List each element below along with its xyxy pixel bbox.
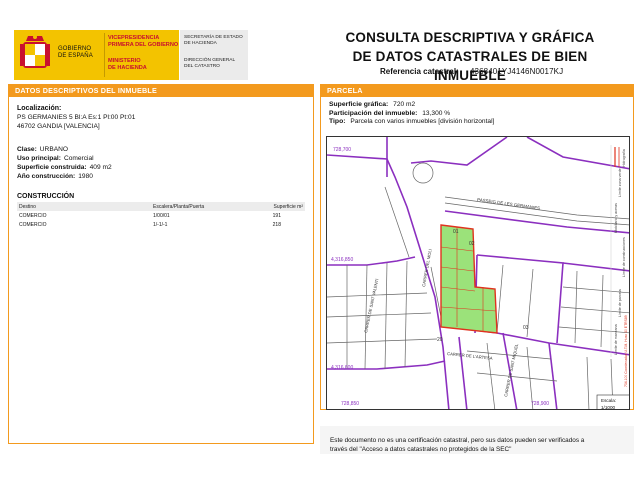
ministry-text: VICEPRESIDENCIA PRIMERA DEL GOBIERNO MIN…	[108, 35, 179, 71]
descriptive-data-panel: DATOS DESCRIPTIVOS DEL INMUEBLE Localiza…	[8, 84, 314, 444]
gobierno-de-espana-text: GOBIERNO DE ESPAÑA	[58, 46, 93, 59]
street-label: CARRER DE SANT VALENTI	[363, 278, 379, 333]
footnote: Este documento no es una certificación c…	[330, 436, 630, 454]
parcel-info: Superficie gráfica: 720 m2 Participación…	[329, 101, 494, 127]
scale-value: 1/1000	[601, 405, 615, 410]
type-value: Parcela con varios inmuebles [división h…	[350, 118, 495, 126]
table-cell: 1/00/01	[153, 212, 170, 219]
address-line-1: PS GERMANIES 5 Bl:A Es:1 Pl:00 Pt:01	[17, 114, 136, 121]
parcel-number: 02	[469, 241, 475, 247]
table-cell: 191	[272, 212, 281, 219]
document-header: GOBIERNO DE ESPAÑA VICEPRESIDENCIA PRIME…	[0, 0, 640, 83]
map-drawing: 728,700 4,316,850 4,316,600 728,850 728,…	[327, 137, 629, 410]
map-labels: 728,700 4,316,850 4,316,600 728,850 728,…	[331, 147, 549, 407]
built-surface-value: 409 m2	[89, 164, 112, 171]
column-header-escalera: Escalera/Planta/Puerta	[151, 202, 263, 211]
use-label: Uso principal:	[17, 155, 61, 162]
property-attributes: Clase: URBANO Uso principal: Comercial Sup…	[17, 145, 112, 181]
document-title: CONSULTA DESCRIPTIVA Y GRÁFICA DE DATOS …	[345, 30, 595, 83]
scale-box: Escala: 1/1000	[596, 394, 629, 410]
coat-of-arms-icon	[20, 35, 50, 68]
construction-year-row: Año construcción: 1980	[17, 172, 112, 181]
column-header-superficie: Superficie m²	[263, 202, 305, 211]
coordinate-label: 728,700	[333, 147, 351, 153]
parcel-number: 01	[453, 229, 459, 235]
use-row: Uso principal: Comercial	[17, 154, 112, 163]
parcel-number: 20	[437, 337, 443, 343]
table-cell: COMERCIO	[19, 221, 47, 228]
government-logo-block: GOBIERNO DE ESPAÑA VICEPRESIDENCIA PRIME…	[14, 30, 179, 80]
secretaria-block: SECRETARÍA DE ESTADO DE HACIENDA DIRECCI…	[180, 30, 248, 80]
legend-item: Límite de manzana	[614, 324, 618, 355]
logo-divider	[104, 33, 105, 77]
parcel-heading: PARCELA	[321, 85, 633, 97]
footnote-line-1: Este documento no es una certificación c…	[330, 437, 585, 444]
parcel-number: 03	[523, 325, 529, 331]
graphic-surface-label: Superficie gráfica:	[329, 101, 389, 108]
coordinate-label: 728,850	[341, 401, 359, 407]
participation-label: Participación del inmueble:	[329, 109, 418, 117]
class-row: Clase: URBANO	[17, 145, 112, 154]
scale-label: Escala:	[601, 398, 616, 403]
coordinate-label: 728,900	[531, 401, 549, 407]
graphic-surface-row: Superficie gráfica: 720 m2	[329, 101, 494, 110]
coordinate-label: 4,316,850	[331, 257, 353, 263]
address-line-2: 46702 GANDIA [VALENCIA]	[17, 123, 100, 130]
table-row: COMERCIO 1/-1/-1 218	[17, 220, 305, 229]
cadastral-reference-label: Referencia catastral:	[380, 67, 459, 76]
use-value: Comercial	[63, 155, 94, 162]
graphic-surface-value: 720 m2	[393, 101, 416, 108]
table-header-row: Destino Escalera/Planta/Puerta Superfici…	[17, 202, 305, 211]
legend-item: Límite de construcciones	[622, 237, 626, 277]
construction-heading: CONSTRUCCIÓN	[17, 193, 75, 200]
location-label: Localización:	[17, 105, 62, 112]
map-legend: Límite de manzana Límite de parcela Lími…	[610, 145, 628, 387]
table-row: COMERCIO 1/00/01 191	[17, 211, 305, 220]
legend-item: Mobiliario y aceras	[614, 203, 618, 233]
table-cell: COMERCIO	[19, 212, 47, 219]
coordinate-label: 4,316,600	[331, 365, 353, 371]
legend-item: Hidrografía	[622, 149, 626, 167]
cadastral-reference-value: 4368401YJ4146N0017KJ	[470, 67, 564, 76]
built-surface-row: Superficie construida: 409 m2	[17, 163, 112, 172]
table-cell: 1/-1/-1	[153, 221, 168, 228]
type-row: Tipo: Parcela con varios inmuebles [divi…	[329, 118, 494, 127]
table-cell: 218	[272, 221, 281, 228]
class-label: Clase:	[17, 146, 37, 153]
column-header-destino: Destino	[17, 202, 151, 211]
cadastral-map[interactable]: 728,700 4,316,850 4,316,600 728,850 728,…	[326, 136, 630, 410]
utm-note: 734.100 Coordenadas U.T.M. Huso 30 ETRS8…	[624, 315, 628, 387]
footnote-line-2: través del "Acceso a datos catastrales n…	[330, 446, 512, 453]
legend-item: Límite de parcela	[618, 289, 622, 317]
legend-item: Límite zona verde	[618, 168, 622, 197]
construction-year-label: Año construcción:	[17, 173, 76, 180]
location-section: Localización: PS GERMANIES 5 Bl:A Es:1 P…	[17, 104, 135, 131]
participation-row: Participación del inmueble: 13,300 %	[329, 110, 494, 119]
participation-value: 13,300 %	[422, 109, 451, 117]
block-outlines	[327, 137, 629, 409]
built-surface-label: Superficie construida:	[17, 164, 87, 171]
type-label: Tipo:	[329, 118, 346, 126]
construction-year-value: 1980	[78, 173, 93, 180]
class-value: URBANO	[39, 146, 69, 153]
descriptive-data-heading: DATOS DESCRIPTIVOS DEL INMUEBLE	[9, 85, 313, 97]
construction-table: Destino Escalera/Planta/Puerta Superfici…	[17, 202, 305, 229]
